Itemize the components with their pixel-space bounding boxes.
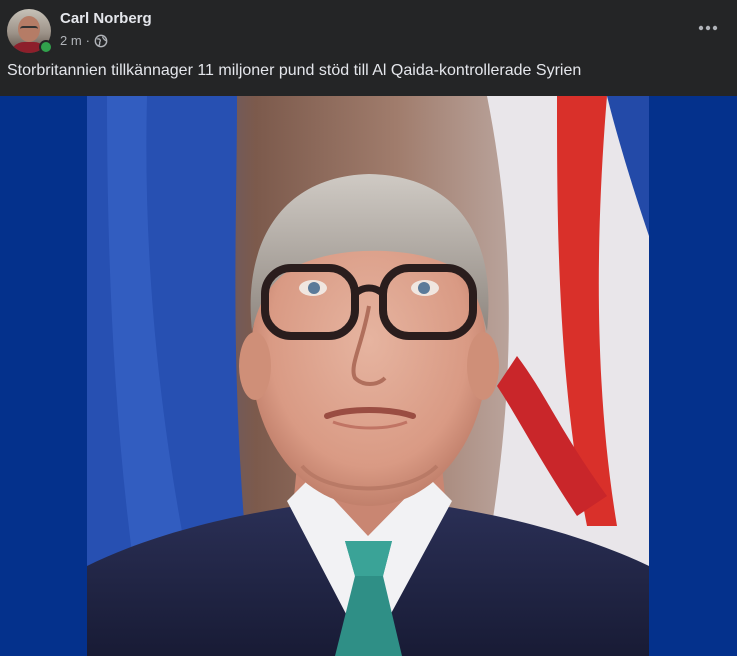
post-caption: Storbritannien tillkännager 11 miljoner … bbox=[7, 62, 582, 79]
post-photo bbox=[87, 96, 649, 656]
online-status-indicator bbox=[39, 40, 53, 54]
post-meta: 2 m · bbox=[60, 33, 108, 48]
post-timestamp[interactable]: 2 m bbox=[60, 33, 82, 48]
meta-separator: · bbox=[85, 33, 91, 48]
post-header: Carl Norberg 2 m · bbox=[0, 0, 737, 60]
more-options-button[interactable] bbox=[690, 13, 726, 43]
globe-icon[interactable] bbox=[94, 34, 108, 48]
post-media[interactable] bbox=[0, 96, 737, 656]
author-name[interactable]: Carl Norberg bbox=[60, 10, 152, 27]
more-options-icon bbox=[698, 25, 718, 31]
feed-post: Carl Norberg 2 m · Storbritannien tillkä… bbox=[0, 0, 737, 656]
avatar-glasses bbox=[20, 26, 38, 32]
